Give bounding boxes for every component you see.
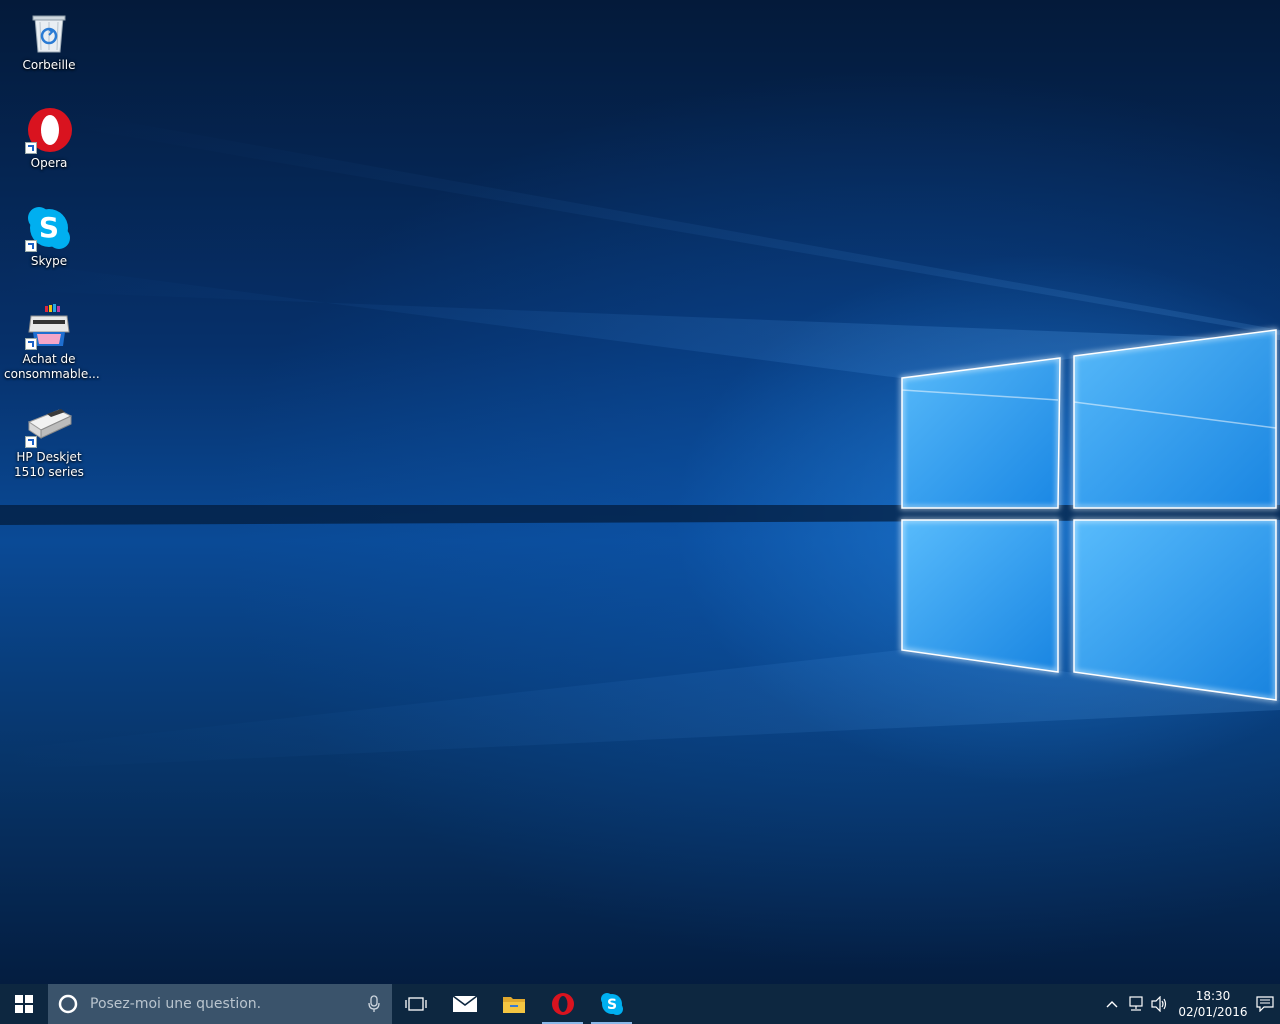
skype-icon: S: [25, 204, 73, 252]
taskbar-skype[interactable]: S: [587, 984, 636, 1024]
windows-logo-icon: [15, 995, 33, 1013]
task-view-button[interactable]: [392, 984, 440, 1024]
desktop-icon-recycle-bin[interactable]: Corbeille: [2, 2, 96, 73]
printer-supplies-icon: [25, 302, 73, 350]
svg-text:S: S: [606, 997, 616, 1013]
wallpaper: [0, 110, 1280, 770]
folder-icon: [502, 997, 525, 1013]
search-box[interactable]: [48, 984, 392, 1024]
opera-icon: [25, 106, 73, 154]
shortcut-arrow-icon: [25, 338, 37, 350]
skype-icon: S: [600, 993, 623, 1015]
volume-icon: [1151, 996, 1167, 1012]
mail-icon: [452, 995, 477, 1012]
microphone-button[interactable]: [368, 984, 380, 1024]
shortcut-arrow-icon: [25, 240, 37, 252]
clock[interactable]: 18:30 02/01/2016: [1176, 988, 1250, 1020]
taskbar: S 18:30 02/01/2016: [0, 984, 1280, 1024]
opera-icon: [551, 993, 574, 1015]
clock-date: 02/01/2016: [1178, 1005, 1248, 1019]
action-center-button[interactable]: [1250, 984, 1280, 1024]
clock-time: 18:30: [1195, 989, 1231, 1003]
desktop-icon-achat-consommable[interactable]: Achat de consommable...: [2, 296, 100, 382]
desktop-icon-label: Achat de consommable...: [4, 352, 100, 381]
taskbar-opera[interactable]: [538, 984, 587, 1024]
desktop-icon-label: Opera: [30, 156, 68, 170]
microphone-icon: [368, 995, 380, 1012]
system-tray: 18:30 02/01/2016: [1100, 984, 1280, 1024]
taskbar-mail[interactable]: [440, 984, 489, 1024]
shortcut-arrow-icon: [25, 142, 37, 154]
desktop-icon-hp-deskjet[interactable]: HP Deskjet 1510 series: [2, 394, 96, 480]
chevron-up-icon: [1106, 1001, 1118, 1008]
desktop-icon-skype[interactable]: S Skype: [2, 198, 96, 269]
network-icon: [1129, 996, 1143, 1011]
search-input[interactable]: [88, 995, 352, 1013]
volume-button[interactable]: [1148, 984, 1172, 1024]
desktop-icon-label: Corbeille: [22, 58, 76, 72]
svg-text:S: S: [39, 211, 59, 244]
taskbar-file-explorer[interactable]: [489, 984, 538, 1024]
desktop-icon-opera[interactable]: Opera: [2, 100, 96, 171]
start-button[interactable]: [0, 984, 48, 1024]
shortcut-arrow-icon: [25, 436, 37, 448]
show-hidden-icons-button[interactable]: [1100, 984, 1124, 1024]
desktop[interactable]: Corbeille Opera S Skype Achat de consomm…: [0, 0, 1280, 984]
desktop-icon-label: Skype: [30, 254, 68, 268]
hp-printer-icon: [25, 400, 73, 448]
desktop-icon-label: HP Deskjet 1510 series: [14, 450, 84, 479]
recycle-bin-icon: [25, 8, 73, 56]
task-view-icon: [405, 997, 427, 1011]
network-button[interactable]: [1124, 984, 1148, 1024]
action-center-icon: [1256, 996, 1274, 1012]
cortana-ring-icon: [58, 994, 78, 1014]
